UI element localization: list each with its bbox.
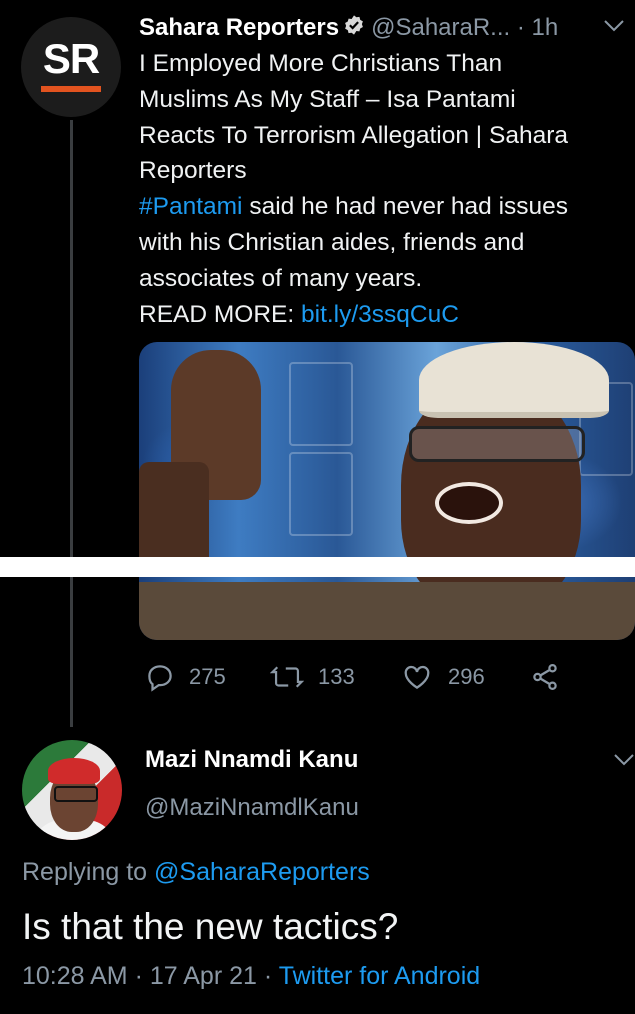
tweet-photo[interactable] [139, 342, 635, 640]
reply-text: Is that the new tactics? [22, 906, 399, 947]
screenshot-seam [0, 557, 635, 577]
meta-separator: · [263, 962, 279, 990]
tweet-body-line: Reporters [139, 157, 247, 185]
share-action[interactable] [530, 662, 560, 692]
reply-icon [145, 662, 175, 692]
retweet-count: 133 [318, 664, 355, 689]
photo-glasses [409, 426, 585, 462]
tweet-body-line: Reacts To Terrorism Allegation | Sahara [139, 121, 568, 149]
chevron-down-icon[interactable] [612, 752, 635, 773]
photo-clothing [139, 582, 635, 640]
tweet-body-line: #Pantami said he had never had issues [139, 189, 629, 225]
retweet-icon [270, 662, 304, 692]
hashtag-link[interactable]: #Pantami [139, 193, 243, 220]
replying-to: Replying to @SaharaReporters [22, 858, 370, 887]
photo-tile [289, 362, 353, 446]
reply-author-name[interactable]: Mazi Nnamdi Kanu [145, 746, 358, 774]
thread-line-top [70, 120, 73, 557]
reply-time[interactable]: 10:28 AM [22, 962, 128, 990]
tweet-body-text: said he had never had issues [242, 193, 569, 221]
tweet-body-line: associates of many years. [139, 264, 423, 292]
meta-separator: · [134, 962, 150, 990]
share-icon [530, 662, 560, 692]
photo-arm [139, 462, 209, 572]
thread-line-bottom [70, 577, 73, 727]
reply-date[interactable]: 17 Apr 21 [150, 962, 257, 990]
avatar-glasses [54, 786, 98, 802]
reply-source-link[interactable]: Twitter for Android [279, 962, 480, 990]
verified-badge-icon [343, 13, 365, 45]
tweet-body-line: READ MORE: bit.ly/3ssqCuC [139, 297, 629, 333]
tweet-body-line: Muslims As My Staff – Isa Pantami [139, 85, 516, 113]
reply-author-handle[interactable]: @MaziNnamdlKanu [145, 794, 359, 822]
like-action[interactable]: 296 [402, 662, 485, 692]
photo-mouth [435, 482, 503, 524]
tweet-author-handle[interactable]: @SaharaR... [371, 14, 510, 41]
avatar-logo-text: SR [42, 35, 100, 82]
avatar-cap [48, 758, 100, 784]
reply-count: 275 [189, 664, 226, 689]
reply-action[interactable]: 275 [145, 662, 226, 692]
kanu-avatar[interactable] [22, 740, 122, 840]
tweet-time[interactable]: · 1h [517, 14, 558, 41]
read-more-label: READ MORE: [139, 300, 301, 328]
tweet-body-line: I Employed More Christians Than [139, 50, 503, 77]
reply-meta: 10:28 AM · 17 Apr 21 · Twitter for Andro… [22, 962, 480, 991]
photo-cap [419, 342, 609, 418]
like-count: 296 [448, 664, 485, 689]
tweet-author-name[interactable]: Sahara Reporters [139, 14, 339, 41]
avatar-logo-bar [41, 86, 101, 92]
replying-label: Replying to [22, 858, 155, 886]
photo-tile [289, 452, 353, 536]
tweet-body: I Employed More Christians Than Muslims … [139, 46, 629, 332]
chevron-down-icon[interactable] [602, 18, 626, 39]
like-icon [402, 662, 432, 692]
read-more-link[interactable]: bit.ly/3ssqCuC [301, 301, 459, 328]
replying-to-link[interactable]: @SaharaReporters [154, 858, 370, 886]
tweet-body-line: with his Christian aides, friends and [139, 228, 525, 256]
tweet-header: Sahara Reporters @SaharaR... · 1h [139, 12, 558, 45]
retweet-action[interactable]: 133 [270, 662, 355, 692]
sahara-reporters-avatar[interactable]: SR [21, 17, 121, 117]
